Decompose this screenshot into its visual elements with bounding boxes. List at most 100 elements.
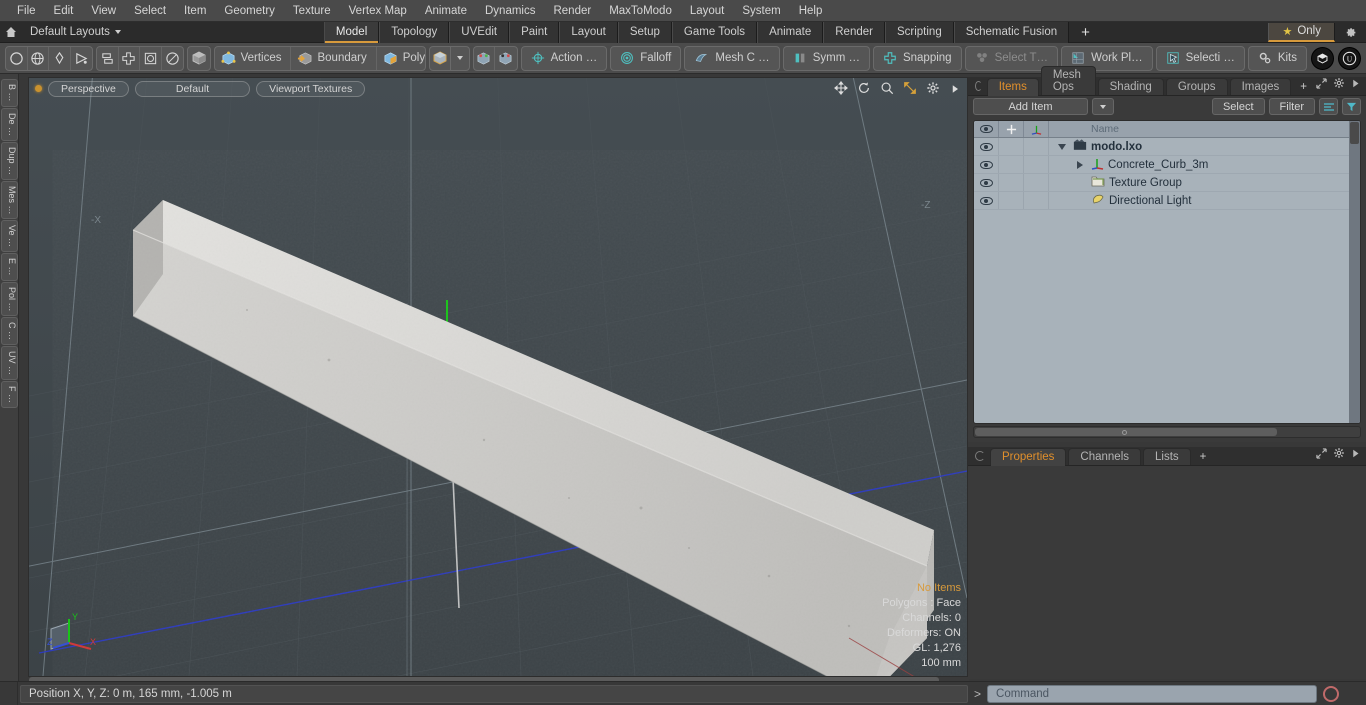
sidebar-tab-edge[interactable]: E …	[1, 253, 18, 281]
row-add-cell[interactable]	[999, 138, 1024, 155]
table-row[interactable]: Concrete_Curb_3m	[974, 156, 1360, 174]
rotate-circle-icon[interactable]	[162, 47, 183, 70]
sidebar-tab-polygon[interactable]: Pol …	[1, 281, 18, 317]
items-tree-vertical-scrollbar[interactable]	[1349, 121, 1360, 423]
add-properties-tab-button[interactable]: +	[1193, 449, 1214, 465]
command-input[interactable]: Command	[987, 684, 1318, 703]
row-add-cell[interactable]	[999, 192, 1024, 209]
expand-icon[interactable]	[1316, 447, 1327, 462]
row-axis-cell[interactable]	[1024, 192, 1049, 209]
menu-edit[interactable]: Edit	[45, 1, 83, 21]
pan-icon[interactable]	[834, 81, 848, 100]
sidebar-tab-curve[interactable]: C …	[1, 317, 18, 346]
tab-schematic-fusion[interactable]: Schematic Fusion	[953, 21, 1070, 43]
panel-menu-icon[interactable]	[975, 81, 982, 91]
tab-topology[interactable]: Topology	[379, 21, 450, 43]
move-cross-icon[interactable]	[119, 46, 141, 70]
item-row-directional-light[interactable]: Directional Light	[1049, 192, 1360, 209]
sidebar-tab-deform[interactable]: De …	[1, 107, 18, 141]
snapping-button[interactable]: Snapping	[872, 45, 962, 71]
symmetry-button[interactable]: Symm …	[782, 45, 870, 71]
selection-sets-button[interactable]: Selecti …	[1155, 45, 1245, 71]
sidebar-tab-duplicate[interactable]: Dup …	[1, 141, 18, 180]
gear-icon[interactable]	[1333, 77, 1345, 92]
play-icon[interactable]	[1351, 79, 1360, 91]
home-icon[interactable]	[0, 23, 22, 42]
menu-render[interactable]: Render	[544, 1, 600, 21]
viewport-textures-toggle[interactable]: Viewport Textures	[256, 80, 366, 97]
mirror-x-icon[interactable]	[474, 46, 496, 70]
select-button[interactable]: Select	[1211, 98, 1265, 115]
chevron-down-icon[interactable]	[1055, 143, 1069, 150]
tab-mesh-ops[interactable]: Mesh Ops	[1040, 66, 1096, 95]
menu-dynamics[interactable]: Dynamics	[476, 1, 544, 21]
row-axis-cell[interactable]	[1024, 174, 1049, 191]
record-icon[interactable]	[1323, 685, 1340, 702]
menu-help[interactable]: Help	[790, 1, 832, 21]
tab-model[interactable]: Model	[323, 21, 380, 43]
stack-icon[interactable]	[97, 46, 119, 70]
tab-game-tools[interactable]: Game Tools	[671, 21, 758, 43]
tab-shading[interactable]: Shading	[1097, 78, 1164, 95]
record-dot-icon[interactable]	[35, 85, 42, 92]
menu-select[interactable]: Select	[125, 1, 175, 21]
chevron-right-icon[interactable]	[1073, 160, 1087, 169]
tab-uvedit[interactable]: UVEdit	[449, 21, 510, 43]
add-panel-tab-button[interactable]: +	[1293, 79, 1314, 95]
viewport-shading-preset[interactable]: Default	[134, 80, 251, 97]
expand-icon[interactable]	[1316, 77, 1327, 92]
tab-paint[interactable]: Paint	[509, 21, 560, 43]
tab-scripting[interactable]: Scripting	[884, 21, 954, 43]
list-options-icon[interactable]	[1319, 98, 1338, 115]
table-row[interactable]: modo.lxo	[974, 138, 1360, 156]
row-visibility-toggle[interactable]	[974, 174, 999, 191]
viewport-view-mode[interactable]: Perspective	[48, 80, 129, 97]
menu-animate[interactable]: Animate	[416, 1, 476, 21]
cube-icon[interactable]	[430, 46, 452, 70]
tab-channels[interactable]: Channels	[1068, 448, 1142, 465]
mesh-constraint-button[interactable]: Mesh C …	[684, 45, 780, 71]
add-item-button[interactable]: Add Item	[973, 98, 1088, 115]
row-add-cell[interactable]	[999, 156, 1024, 173]
items-tree-horizontal-scrollbar[interactable]	[973, 426, 1361, 438]
gear-icon[interactable]	[1335, 26, 1366, 39]
tab-render[interactable]: Render	[823, 21, 885, 43]
polygons-mode-button[interactable]: Polygons	[377, 47, 425, 70]
row-axis-cell[interactable]	[1024, 156, 1049, 173]
menu-maxtomodo[interactable]: MaxToModo	[600, 1, 681, 21]
sidebar-tab-mesh-edit[interactable]: Mes …	[1, 180, 18, 220]
play-icon[interactable]	[949, 82, 961, 100]
item-row-concrete-curb[interactable]: Concrete_Curb_3m	[1049, 156, 1360, 173]
sidebar-tab-vertex[interactable]: Ve …	[1, 220, 18, 253]
gear-icon[interactable]	[926, 81, 940, 100]
tab-layout[interactable]: Layout	[559, 21, 618, 43]
menu-layout[interactable]: Layout	[681, 1, 734, 21]
item-row-texture-group[interactable]: Texture Group	[1049, 174, 1360, 191]
table-row[interactable]: Directional Light	[974, 192, 1360, 210]
pen-icon[interactable]	[49, 46, 71, 70]
tab-lists[interactable]: Lists	[1143, 448, 1191, 465]
unreal-logo-icon[interactable]: U	[1338, 46, 1361, 70]
menu-file[interactable]: File	[8, 1, 45, 21]
boundary-mode-button[interactable]: Boundary	[291, 46, 377, 70]
scale-box-icon[interactable]	[140, 46, 162, 70]
mirror-y-icon[interactable]	[495, 47, 516, 70]
tab-properties[interactable]: Properties	[990, 448, 1067, 466]
vertices-mode-button[interactable]: Vertices	[215, 46, 292, 70]
cube-icon[interactable]	[188, 47, 210, 70]
menu-item[interactable]: Item	[175, 1, 215, 21]
tab-animate[interactable]: Animate	[757, 21, 824, 43]
items-tree[interactable]: Name modo.lxo Concrete_Curb_3m Texture G…	[973, 120, 1361, 424]
sidebar-tab-fusion[interactable]: F …	[1, 381, 18, 409]
sidebar-tab-basic[interactable]: B …	[1, 79, 18, 107]
panel-menu-icon[interactable]	[975, 451, 985, 461]
row-visibility-toggle[interactable]	[974, 156, 999, 173]
play-icon[interactable]	[1351, 449, 1360, 461]
row-visibility-toggle[interactable]	[974, 138, 999, 155]
globe-icon[interactable]	[28, 46, 50, 70]
menu-vertex-map[interactable]: Vertex Map	[340, 1, 416, 21]
gear-icon[interactable]	[1333, 447, 1345, 462]
default-layouts-dropdown[interactable]: Default Layouts	[22, 26, 129, 38]
menu-texture[interactable]: Texture	[284, 1, 340, 21]
row-visibility-toggle[interactable]	[974, 192, 999, 209]
